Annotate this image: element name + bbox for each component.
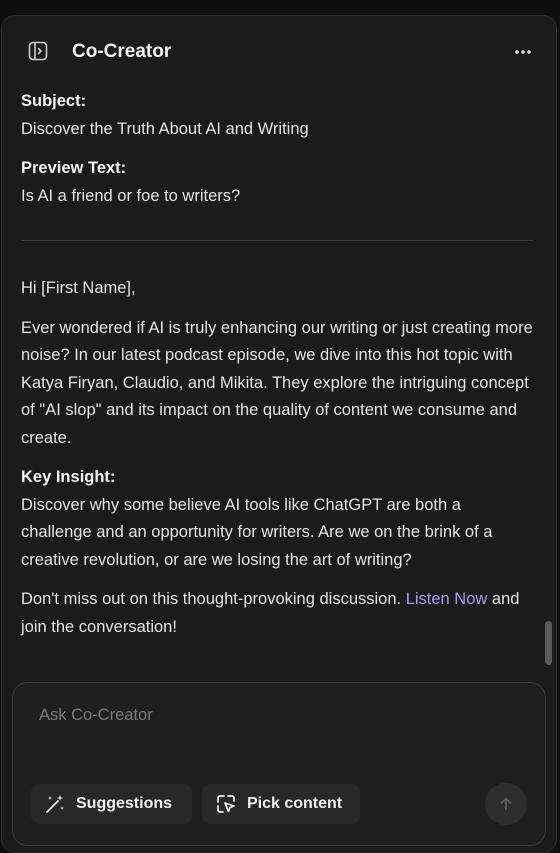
panel-title: Co-Creator	[72, 41, 172, 62]
select-cursor-icon	[214, 792, 238, 816]
email-draft: Subject: Discover the Truth About AI and…	[21, 88, 533, 653]
divider	[21, 240, 533, 241]
cta-paragraph: Don't miss out on this thought-provoking…	[21, 586, 533, 641]
ask-input[interactable]	[37, 705, 521, 726]
preview-block: Preview Text: Is AI a friend or foe to w…	[21, 155, 533, 210]
insight-block: Key Insight: Discover why some believe A…	[21, 464, 533, 574]
cta-text: Don't miss out on this thought-provoking…	[21, 590, 406, 608]
arrow-up-icon	[500, 797, 512, 811]
intro-paragraph: Ever wondered if AI is truly enhancing o…	[21, 318, 533, 447]
suggestions-button[interactable]: Suggestions	[31, 784, 192, 824]
sidebar-toggle-button[interactable]	[27, 40, 49, 62]
insight-value: Discover why some believe AI tools like …	[21, 495, 493, 569]
more-options-button[interactable]	[510, 40, 536, 64]
greeting: Hi [First Name],	[21, 279, 136, 297]
insight-label: Key Insight:	[21, 468, 116, 486]
subject-label: Subject:	[21, 92, 87, 110]
listen-now-link[interactable]: Listen Now	[406, 590, 488, 608]
preview-label: Preview Text:	[21, 159, 127, 177]
panel-header: Co-Creator	[2, 16, 556, 90]
scrollbar-thumb[interactable]	[545, 621, 552, 665]
subject-block: Subject: Discover the Truth About AI and…	[21, 88, 533, 143]
more-horizontal-icon	[515, 50, 531, 54]
preview-value: Is AI a friend or foe to writers?	[21, 186, 241, 205]
sidebar-toggle-icon	[28, 41, 48, 61]
magic-wand-icon	[43, 792, 67, 816]
suggestions-label: Suggestions	[76, 795, 173, 812]
co-creator-panel: Co-Creator Subject: Discover the Truth A…	[1, 15, 557, 853]
pick-content-label: Pick content	[247, 795, 343, 812]
send-button[interactable]	[485, 783, 527, 825]
subject-value: Discover the Truth About AI and Writing	[21, 119, 309, 138]
composer: Suggestions Pick content	[12, 682, 546, 846]
pick-content-button[interactable]: Pick content	[202, 784, 360, 824]
